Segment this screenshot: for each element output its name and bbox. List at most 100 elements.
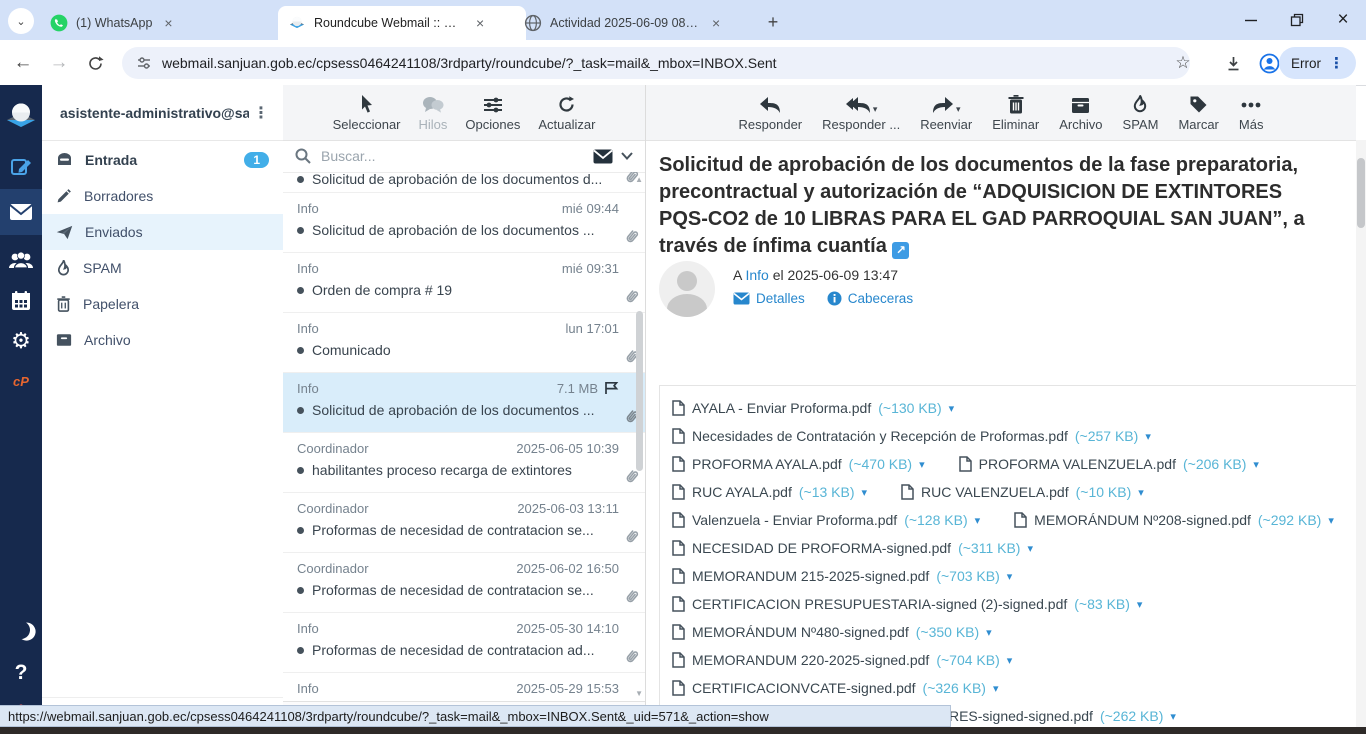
list-scrollbar[interactable]: [635, 181, 644, 694]
back-button[interactable]: ←: [8, 48, 38, 78]
attachment-menu-icon[interactable]: [975, 514, 981, 527]
tab-close-icon[interactable]: ×: [164, 15, 172, 31]
attachment-menu-icon[interactable]: [949, 402, 955, 415]
tab-search-icon[interactable]: ⌄: [8, 8, 34, 34]
message-row[interactable]: Infomié 09:31 Orden de compra # 19: [283, 253, 645, 313]
more-button[interactable]: Más: [1239, 94, 1264, 132]
attachment-item[interactable]: MEMORÁNDUM Nº480-signed.pdf(~350 KB): [672, 624, 992, 640]
page-scroll-thumb[interactable]: [1357, 158, 1365, 228]
message-row[interactable]: Info2025-05-30 14:10 Proformas de necesi…: [283, 613, 645, 673]
attachment-menu-icon[interactable]: [1138, 486, 1144, 499]
attachment-menu-icon[interactable]: [1253, 458, 1259, 471]
attachment-item[interactable]: CERTIFICACIONVCATE-signed.pdf(~326 KB): [672, 680, 999, 696]
folder-spam[interactable]: SPAM: [42, 250, 283, 286]
forward-dropdown-icon[interactable]: [956, 104, 961, 114]
attachment-item[interactable]: NECESIDAD DE PROFORMA-signed.pdf(~311 KB…: [672, 540, 1033, 556]
attachment-item[interactable]: AYALA - Enviar Proforma.pdf(~130 KB): [672, 400, 954, 416]
tab-actividad[interactable]: Actividad 2025-06-09 08:00:00 ×: [514, 6, 764, 40]
compose-button[interactable]: [0, 147, 42, 187]
tab-roundcube[interactable]: Roundcube Webmail :: Enviados ×: [278, 6, 526, 40]
mail-datetime: el 2025-06-09 13:47: [773, 267, 898, 283]
select-button[interactable]: Seleccionar: [333, 94, 401, 132]
attachment-item[interactable]: MEMORÁNDUM Nº208-signed.pdf(~292 KB): [1014, 512, 1334, 528]
search-scope-mail-icon[interactable]: [593, 149, 613, 164]
reply-all-button[interactable]: Responder ...: [822, 94, 900, 132]
message-row[interactable]: Infolun 17:01 Comunicado: [283, 313, 645, 373]
window-minimize-button[interactable]: [1228, 0, 1274, 40]
settings-button[interactable]: ⚙: [0, 321, 42, 361]
folder-archivo[interactable]: Archivo: [42, 322, 283, 358]
attachment-menu-icon[interactable]: [986, 626, 992, 639]
contacts-button[interactable]: [0, 241, 42, 281]
headers-link[interactable]: Cabeceras: [827, 291, 913, 306]
attachment-item[interactable]: PROFORMA VALENZUELA.pdf(~206 KB): [959, 456, 1259, 472]
folder-entrada[interactable]: Entrada 1: [42, 142, 283, 178]
help-button[interactable]: ?: [0, 653, 42, 693]
message-subject: Solicitud de aprobación de los documento…: [312, 172, 619, 187]
attachment-item[interactable]: MEMORANDUM 220-2025-signed.pdf(~704 KB): [672, 652, 1012, 668]
list-scroll-thumb[interactable]: [636, 311, 643, 471]
window-restore-button[interactable]: [1274, 0, 1320, 40]
message-row[interactable]: Coordinador2025-06-02 16:50 Proformas de…: [283, 553, 645, 613]
url-bar[interactable]: webmail.sanjuan.gob.ec/cpsess0464241108/…: [122, 47, 1190, 79]
options-button[interactable]: Opciones: [465, 94, 520, 132]
mark-button[interactable]: Marcar: [1178, 94, 1218, 132]
list-scroll-down-icon[interactable]: ▼: [635, 689, 643, 698]
attachment-menu-icon[interactable]: [1007, 570, 1013, 583]
recipient-link[interactable]: Info: [745, 267, 768, 283]
message-row[interactable]: Solicitud de aprobación de los documento…: [283, 172, 645, 193]
tab-close-icon[interactable]: ×: [712, 15, 720, 31]
search-input[interactable]: [319, 147, 585, 165]
reply-all-dropdown-icon[interactable]: [873, 104, 878, 114]
bookmark-button[interactable]: ☆: [1168, 48, 1198, 78]
reload-button[interactable]: [80, 48, 110, 78]
mail-module-button[interactable]: [0, 189, 42, 235]
message-row[interactable]: Coordinador2025-06-03 13:11 Proformas de…: [283, 493, 645, 553]
attachment-menu-icon[interactable]: [1007, 654, 1013, 667]
external-link-icon[interactable]: [892, 242, 909, 259]
search-options-chevron-icon[interactable]: [621, 152, 633, 160]
refresh-button[interactable]: Actualizar: [538, 94, 595, 132]
message-row[interactable]: Info2025-05-29 15:53 ORDEN DE COMPRA # 1…: [283, 673, 645, 702]
attachment-menu-icon[interactable]: [1145, 430, 1151, 443]
forward-button[interactable]: Reenviar: [920, 94, 972, 132]
new-tab-button[interactable]: +: [760, 10, 786, 36]
tab-whatsapp[interactable]: (1) WhatsApp ×: [40, 6, 290, 40]
attachment-menu-icon[interactable]: [919, 458, 925, 471]
attachment-menu-icon[interactable]: [993, 682, 999, 695]
dark-mode-button[interactable]: [0, 610, 42, 650]
attachment-menu-icon[interactable]: [1027, 542, 1033, 555]
threads-button[interactable]: Hilos: [419, 94, 448, 132]
forward-button[interactable]: →: [44, 48, 74, 78]
attachment-menu-icon[interactable]: [1328, 514, 1334, 527]
folder-options-button[interactable]: [249, 103, 273, 123]
reply-button[interactable]: Responder: [739, 94, 803, 132]
message-row-selected[interactable]: Info 7.1 MB Solicitud de aprobación de l…: [283, 373, 645, 433]
attachment-menu-icon[interactable]: [862, 486, 868, 499]
message-row[interactable]: Infomié 09:44 Solicitud de aprobación de…: [283, 193, 645, 253]
spam-button[interactable]: SPAM: [1123, 94, 1159, 132]
cpanel-button[interactable]: cP: [0, 361, 42, 401]
attachment-item[interactable]: PROFORMA AYALA.pdf(~470 KB): [672, 456, 925, 472]
browser-menu-button[interactable]: Error ⋮: [1279, 47, 1356, 79]
attachment-item[interactable]: Valenzuela - Enviar Proforma.pdf(~128 KB…: [672, 512, 980, 528]
attachment-item[interactable]: RUC VALENZUELA.pdf(~10 KB): [901, 484, 1144, 500]
tab-close-icon[interactable]: ×: [476, 15, 484, 31]
folder-enviados[interactable]: Enviados: [42, 214, 283, 250]
attachment-menu-icon[interactable]: [1137, 598, 1143, 611]
attachment-menu-icon[interactable]: [1170, 710, 1176, 723]
attachment-item[interactable]: MEMORANDUM 215-2025-signed.pdf(~703 KB): [672, 568, 1012, 584]
delete-button[interactable]: Eliminar: [992, 94, 1039, 132]
window-close-button[interactable]: ×: [1320, 0, 1366, 40]
archive-button[interactable]: Archivo: [1059, 94, 1102, 132]
folder-borradores[interactable]: Borradores: [42, 178, 283, 214]
page-scrollbar[interactable]: [1356, 140, 1366, 734]
attachment-item[interactable]: RUC AYALA.pdf(~13 KB): [672, 484, 867, 500]
details-link[interactable]: Detalles: [733, 291, 805, 306]
downloads-button[interactable]: [1218, 48, 1248, 78]
attachment-item[interactable]: Necesidades de Contratación y Recepción …: [672, 428, 1151, 444]
attachment-item[interactable]: CERTIFICACION PRESUPUESTARIA-signed (2)-…: [672, 596, 1142, 612]
calendar-button[interactable]: [0, 281, 42, 321]
folder-papelera[interactable]: Papelera: [42, 286, 283, 322]
message-row[interactable]: Coordinador2025-06-05 10:39 habilitantes…: [283, 433, 645, 493]
